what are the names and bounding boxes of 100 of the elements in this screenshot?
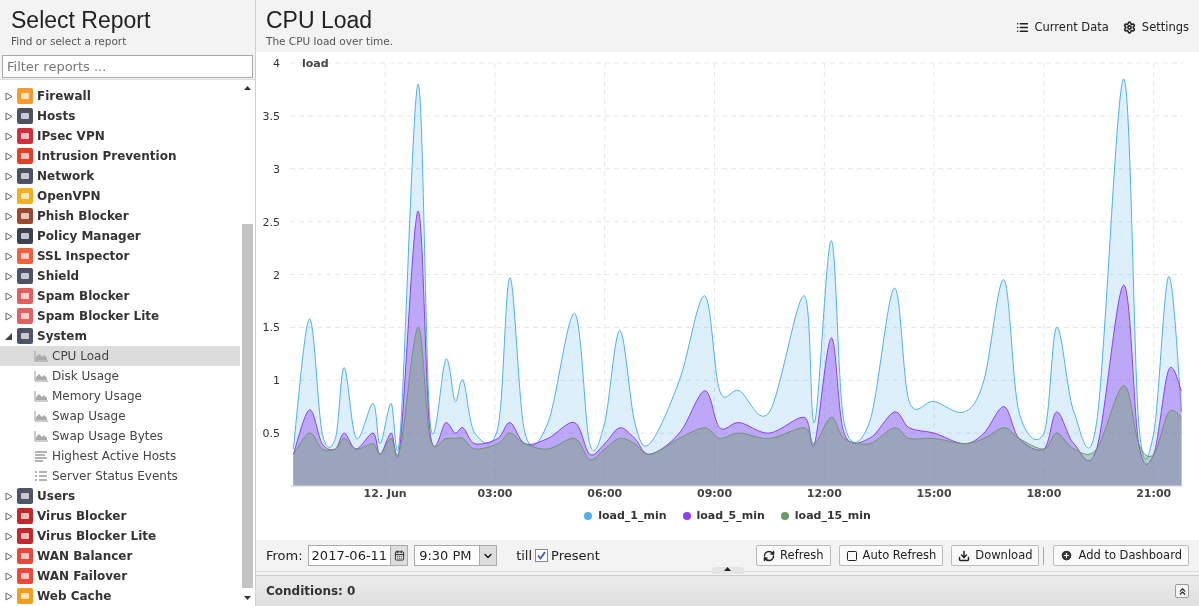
time-field[interactable]: 9:30 PM xyxy=(414,545,498,566)
collapsed-arrow-icon[interactable] xyxy=(5,151,13,161)
collapsed-arrow-icon[interactable] xyxy=(5,551,13,561)
tree-item[interactable]: IPsec VPN xyxy=(37,127,105,145)
collapse-button[interactable] xyxy=(1175,584,1189,598)
y-tick-label: 1 xyxy=(273,374,280,388)
splitter-handle[interactable] xyxy=(711,567,744,574)
legend-label[interactable]: load_15_min xyxy=(794,508,871,525)
tree-item[interactable]: Virus Blocker Lite xyxy=(37,527,157,545)
collapsed-arrow-icon[interactable] xyxy=(5,511,13,521)
from-label: From: xyxy=(266,546,303,565)
calendar-icon xyxy=(393,550,405,561)
collapsed-arrow-icon[interactable] xyxy=(5,171,13,181)
collapsed-arrow-icon[interactable] xyxy=(5,591,13,601)
tree-row[interactable]: Swap Usage Bytes xyxy=(0,426,240,446)
x-tick-label: 18:00 xyxy=(1026,487,1062,500)
date-field[interactable]: 2017-06-11 xyxy=(307,545,409,566)
download-icon xyxy=(958,549,971,562)
toolbar-button[interactable]: Auto Refresh xyxy=(838,545,944,566)
collapsed-arrow-icon[interactable] xyxy=(5,291,13,301)
x-tick-label: 03:00 xyxy=(477,487,513,500)
tree-item[interactable]: Virus Blocker xyxy=(37,507,127,525)
y-tick-label: 2 xyxy=(273,268,280,282)
conditions-label: Conditions: 0 xyxy=(266,583,356,600)
tree-item[interactable]: Web Cache xyxy=(37,587,112,605)
x-tick-label: 21:00 xyxy=(1136,487,1172,500)
header-action[interactable]: Settings xyxy=(1122,19,1189,37)
conditions-bar[interactable]: Conditions: 0 xyxy=(256,575,1199,606)
toolbar-button[interactable]: Add to Dashboard xyxy=(1053,545,1189,566)
tree-item[interactable]: CPU Load xyxy=(52,347,109,365)
tree-item[interactable]: Highest Active Hosts xyxy=(52,447,177,465)
y-tick-label: 1.5 xyxy=(262,321,280,335)
collapsed-arrow-icon[interactable] xyxy=(5,111,13,121)
collapsed-arrow-icon[interactable] xyxy=(5,191,13,201)
list-icon xyxy=(1015,21,1029,35)
plus-circle-icon xyxy=(1060,549,1074,562)
filter-field[interactable]: Filter reports ... xyxy=(2,55,253,78)
tree-item[interactable]: Server Status Events xyxy=(52,467,178,485)
y-axis-title: load xyxy=(302,57,329,70)
y-tick-label: 4 xyxy=(273,57,280,70)
collapsed-arrow-icon[interactable] xyxy=(5,531,13,541)
tree-item[interactable]: Memory Usage xyxy=(52,387,142,405)
sidebar-subtitle: Find or select a report xyxy=(11,34,128,49)
tree-item[interactable]: Users xyxy=(37,487,76,505)
tree-item[interactable]: Intrusion Prevention xyxy=(37,147,177,165)
collapsed-arrow-icon[interactable] xyxy=(5,271,13,281)
legend-label[interactable]: load_1_min xyxy=(598,508,667,525)
tree-item[interactable]: Disk Usage xyxy=(52,367,119,385)
till-label: till xyxy=(516,546,533,565)
caret-up-icon xyxy=(724,567,731,571)
collapsed-arrow-icon[interactable] xyxy=(5,251,13,261)
y-tick-label: 3 xyxy=(273,162,280,176)
tree-row[interactable]: Swap Usage xyxy=(0,406,240,426)
tree-item[interactable]: Swap Usage xyxy=(52,407,126,425)
y-tick-label: 3.5 xyxy=(262,109,280,123)
tree-item[interactable]: SSL Inspector xyxy=(37,247,130,265)
tree-row[interactable]: Memory Usage xyxy=(0,386,240,406)
area-chart-icon xyxy=(34,410,48,422)
tree-item[interactable]: Policy Manager xyxy=(37,227,141,245)
collapsed-arrow-icon[interactable] xyxy=(5,571,13,581)
tree-item[interactable]: OpenVPN xyxy=(37,187,101,205)
tree-item[interactable]: System xyxy=(37,327,87,345)
x-tick-label: 12:00 xyxy=(806,487,842,500)
tree-item[interactable]: Spam Blocker Lite xyxy=(37,307,160,325)
toolbar-button[interactable]: Refresh xyxy=(756,545,831,566)
toolbar-button[interactable]: Download xyxy=(951,545,1040,566)
tree-item[interactable]: Firewall xyxy=(37,87,91,105)
tree-row[interactable]: Disk Usage xyxy=(0,366,240,386)
collapsed-arrow-icon[interactable] xyxy=(5,491,13,501)
tree-row[interactable]: Server Status Events xyxy=(0,466,240,486)
area-chart-icon xyxy=(34,350,48,362)
report-description: The CPU load over time. xyxy=(266,34,394,49)
tree-item[interactable]: WAN Failover xyxy=(37,567,128,585)
tree-item[interactable]: Shield xyxy=(37,267,80,285)
tree-item[interactable]: Hosts xyxy=(37,107,76,125)
collapsed-arrow-icon[interactable] xyxy=(5,311,13,321)
tree-item[interactable]: WAN Balancer xyxy=(37,547,133,565)
collapsed-arrow-icon[interactable] xyxy=(5,131,13,141)
collapsed-arrow-icon[interactable] xyxy=(5,91,13,101)
y-tick-label: 0.5 xyxy=(262,427,280,441)
refresh-icon xyxy=(763,549,776,562)
tree-item[interactable]: Network xyxy=(37,167,95,185)
legend-label[interactable]: load_5_min xyxy=(696,508,765,525)
header-action[interactable]: Current Data xyxy=(1015,19,1109,37)
present-label: Present xyxy=(551,546,600,565)
tree-item[interactable]: Spam Blocker xyxy=(37,287,130,305)
collapsed-arrow-icon[interactable] xyxy=(5,231,13,241)
lines-icon xyxy=(34,450,48,462)
collapsed-arrow-icon[interactable] xyxy=(5,211,13,221)
tree-row[interactable]: CPU Load xyxy=(0,346,240,366)
present-checkbox[interactable] xyxy=(535,549,549,562)
tree-item[interactable]: Swap Usage Bytes xyxy=(52,427,164,445)
expanded-arrow-icon[interactable] xyxy=(5,331,13,341)
x-tick-label: 06:00 xyxy=(587,487,623,500)
area-chart-icon xyxy=(34,430,48,442)
settings-icon xyxy=(1122,21,1136,35)
tree-item[interactable]: Phish Blocker xyxy=(37,207,129,225)
area-chart-icon xyxy=(34,370,48,382)
sidebar-title: Select Report xyxy=(11,6,152,34)
tree-row[interactable]: Highest Active Hosts xyxy=(0,446,240,466)
